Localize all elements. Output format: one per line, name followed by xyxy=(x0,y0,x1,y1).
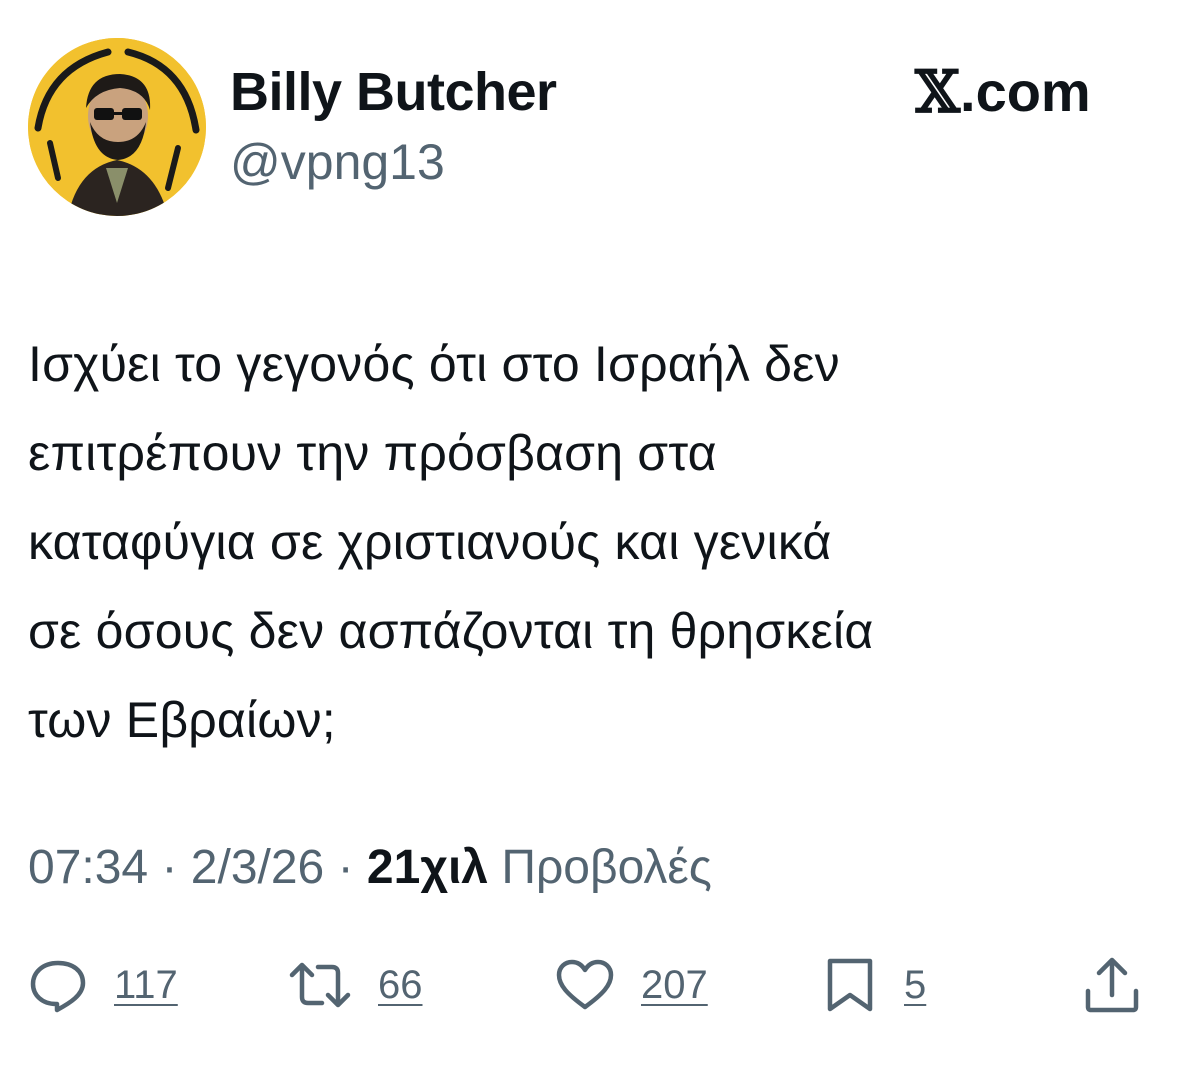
heart-icon xyxy=(556,959,614,1010)
x-logo-icon: 𝕏 xyxy=(915,58,961,126)
brand-suffix: .com xyxy=(960,60,1091,123)
reply-icon xyxy=(30,960,86,1013)
profile-avatar-icon xyxy=(28,38,206,216)
share-icon xyxy=(1085,957,1139,1013)
views-count[interactable]: 21χιλ xyxy=(367,841,488,894)
bookmark-icon xyxy=(827,958,873,1012)
meta-separator: · xyxy=(161,841,178,894)
share-button[interactable] xyxy=(1082,950,1142,1020)
tweet-text: Ισχύει το γεγονός ότι στο Ισραήλ δεν επι… xyxy=(28,336,874,748)
tweet-metadata: 07:34 · 2/3/26 · 21χιλ Προβολές xyxy=(28,838,712,898)
reply-count[interactable]: 117 xyxy=(114,963,178,1008)
x-brand-logo: 𝕏 .com xyxy=(915,60,1091,124)
repost-button[interactable]: 66 xyxy=(288,950,423,1020)
meta-separator: · xyxy=(337,841,354,894)
tweet-time[interactable]: 07:34 xyxy=(28,841,148,894)
reply-button[interactable]: 117 xyxy=(28,950,178,1020)
views-label[interactable]: Προβολές xyxy=(501,841,712,894)
repost-icon xyxy=(289,962,351,1008)
like-button[interactable]: 207 xyxy=(555,950,708,1020)
avatar[interactable] xyxy=(28,38,206,216)
repost-count[interactable]: 66 xyxy=(378,963,423,1008)
bookmark-count[interactable]: 5 xyxy=(904,963,926,1008)
like-count[interactable]: 207 xyxy=(641,963,708,1008)
user-handle[interactable]: @vpng13 xyxy=(230,132,445,192)
bookmark-button[interactable]: 5 xyxy=(822,950,926,1020)
action-bar: 117 66 207 5 xyxy=(0,950,1179,1020)
tweet-date[interactable]: 2/3/26 xyxy=(191,841,324,894)
display-name[interactable]: Billy Butcher xyxy=(230,60,557,124)
